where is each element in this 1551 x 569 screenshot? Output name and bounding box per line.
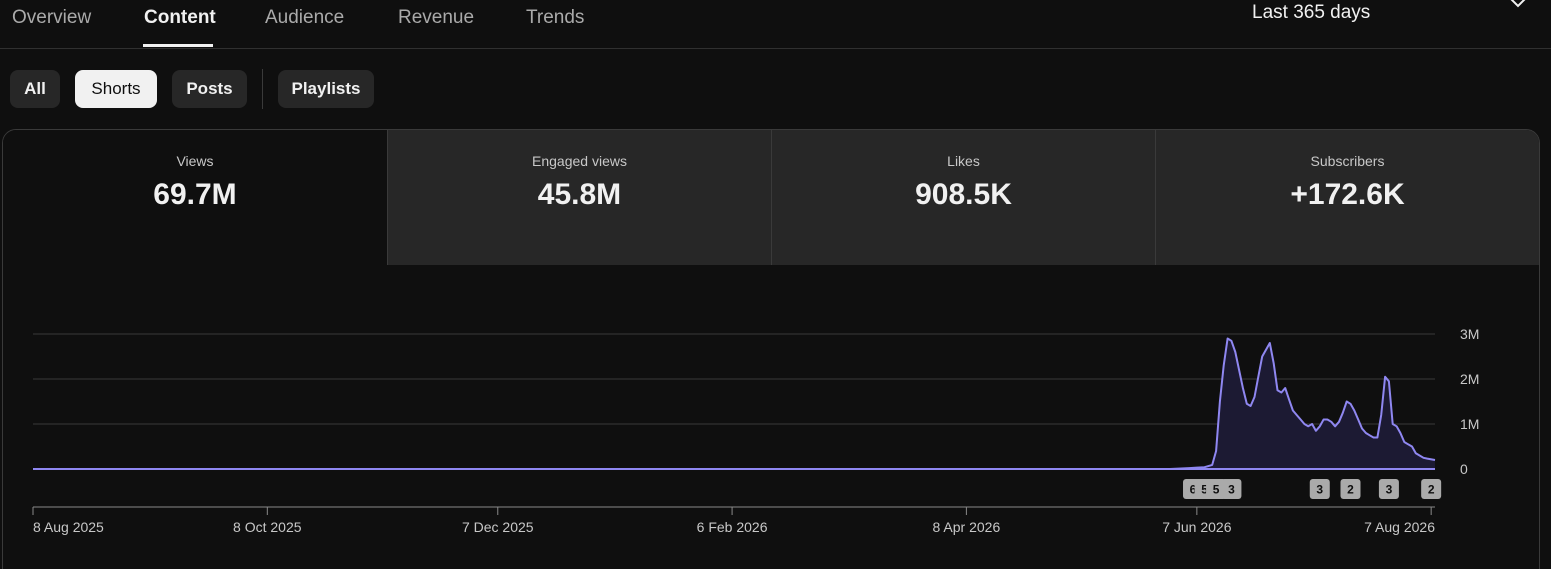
tab-overview[interactable]: Overview xyxy=(12,7,91,29)
upload-marker[interactable] xyxy=(1378,479,1399,499)
upload-marker[interactable] xyxy=(1340,479,1361,499)
metric-tab-subscribers[interactable]: Subscribers +172.6K xyxy=(1155,130,1539,265)
metric-label: Likes xyxy=(947,153,980,169)
filter-chip-posts[interactable]: Posts xyxy=(172,70,247,108)
metric-value: 69.7M xyxy=(153,178,237,211)
metric-tab-views[interactable]: Views 69.7M xyxy=(3,130,387,265)
analytics-tab-bar: Overview Content Audience Revenue Trends… xyxy=(0,0,1551,49)
upload-marker[interactable] xyxy=(1309,479,1330,499)
upload-marker[interactable] xyxy=(1221,479,1242,499)
active-tab-indicator xyxy=(143,44,213,47)
tab-revenue[interactable]: Revenue xyxy=(398,7,474,29)
metric-tab-engaged-views[interactable]: Engaged views 45.8M xyxy=(387,130,771,265)
filter-chip-shorts[interactable]: Shorts xyxy=(75,70,157,108)
metric-label: Engaged views xyxy=(532,153,627,169)
upload-marker[interactable] xyxy=(1421,479,1442,499)
tab-content[interactable]: Content xyxy=(144,7,216,29)
metric-label: Subscribers xyxy=(1310,153,1385,169)
chevron-down-icon[interactable] xyxy=(1506,0,1530,14)
filter-chip-playlists[interactable]: Playlists xyxy=(278,70,374,108)
date-range-selector[interactable]: Last 365 days xyxy=(1252,2,1370,24)
tab-trends[interactable]: Trends xyxy=(526,7,584,29)
analytics-page: Overview Content Audience Revenue Trends… xyxy=(0,0,1551,569)
metric-tab-likes[interactable]: Likes 908.5K xyxy=(771,130,1155,265)
chip-divider xyxy=(262,69,263,109)
metric-value: 908.5K xyxy=(915,178,1012,211)
filter-chip-all[interactable]: All xyxy=(10,70,60,108)
analytics-card: Views 69.7M Engaged views 45.8M Likes 90… xyxy=(2,129,1540,569)
metric-label: Views xyxy=(176,153,214,169)
metric-value: +172.6K xyxy=(1290,178,1405,211)
metric-value: 45.8M xyxy=(537,178,622,211)
tab-audience[interactable]: Audience xyxy=(265,7,344,29)
